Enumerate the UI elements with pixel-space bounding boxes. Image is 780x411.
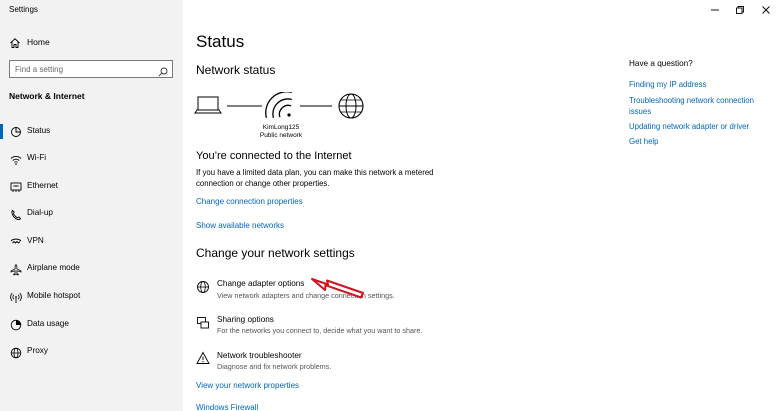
wifi-signal-icon [265, 92, 292, 118]
adapter-globe-icon [196, 280, 210, 294]
sidebar-item-label: Dial-up [27, 208, 53, 218]
option-description: For the networks you connect to, decide … [217, 326, 423, 335]
home-nav-item[interactable]: Home [0, 33, 183, 53]
restore-icon [736, 6, 744, 14]
network-name: KimLong125 [262, 124, 300, 131]
data-usage-icon [10, 318, 22, 331]
show-available-networks-link[interactable]: Show available networks [196, 221, 284, 230]
sidebar-item-ethernet[interactable]: Ethernet [0, 173, 183, 201]
airplane-icon [10, 263, 22, 276]
laptop-icon [194, 96, 222, 114]
dial-up-icon [10, 208, 22, 220]
help-link-ip-address[interactable]: Finding my IP address [629, 80, 769, 91]
section-title: Network & Internet [9, 91, 85, 101]
windows-firewall-link[interactable]: Windows Firewall [196, 403, 258, 411]
sidebar-item-mobile-hotspot[interactable]: Mobile hotspot [0, 284, 183, 312]
sidebar-item-airplane-mode[interactable]: Airplane mode [0, 256, 183, 284]
sidebar-item-label: Status [27, 125, 51, 135]
sidebar-item-label: VPN [27, 235, 44, 245]
search-box[interactable] [9, 60, 173, 78]
close-button[interactable] [754, 3, 778, 17]
option-description: Diagnose and fix network problems. [217, 362, 332, 371]
sidebar-item-label: Data usage [27, 318, 69, 328]
home-label: Home [27, 37, 50, 47]
sidebar-item-vpn[interactable]: VPN [0, 228, 183, 256]
help-link-get-help[interactable]: Get help [629, 137, 769, 148]
sidebar-item-label: Airplane mode [27, 263, 80, 273]
status-icon [10, 125, 22, 137]
option-description: View network adapters and change connect… [217, 291, 395, 300]
close-icon [762, 6, 770, 14]
sidebar-item-label: Ethernet [27, 180, 58, 190]
page-title: Status [196, 32, 245, 51]
network-type: Public network [259, 132, 303, 139]
help-link-troubleshooting[interactable]: Troubleshooting network connection issue… [629, 96, 769, 117]
sidebar-item-label: Mobile hotspot [27, 291, 81, 301]
help-link-update-adapter[interactable]: Updating network adapter or driver [629, 122, 769, 133]
sidebar: Settings Home Network & Internet Status … [0, 0, 183, 411]
change-connection-properties-link[interactable]: Change connection properties [196, 197, 303, 206]
option-title: Change adapter options [217, 279, 305, 288]
wifi-icon [10, 153, 22, 165]
vpn-icon [10, 235, 22, 247]
connection-description: If you have a limited data plan, you can… [196, 168, 434, 188]
option-title: Sharing options [217, 315, 274, 324]
minimize-button[interactable] [703, 3, 727, 17]
warning-icon [196, 351, 210, 365]
sharing-icon [196, 316, 210, 330]
hotspot-icon [10, 291, 22, 303]
help-heading: Have a question? [629, 59, 693, 68]
network-status-heading: Network status [196, 63, 276, 77]
maximize-button[interactable] [728, 3, 752, 17]
sidebar-item-proxy[interactable]: Proxy [0, 339, 183, 367]
ethernet-icon [10, 180, 22, 193]
internet-globe-icon [338, 93, 364, 119]
sidebar-item-dial-up[interactable]: Dial-up [0, 201, 183, 229]
sidebar-item-label: Wi-Fi [27, 153, 47, 163]
minimize-icon [711, 9, 719, 11]
search-icon[interactable] [158, 64, 168, 77]
connection-status: You’re connected to the Internet [196, 150, 352, 162]
sidebar-item-label: Proxy [27, 346, 48, 356]
sidebar-item-data-usage[interactable]: Data usage [0, 311, 183, 339]
change-settings-heading: Change your network settings [196, 246, 355, 260]
app-title: Settings [9, 5, 38, 14]
sidebar-item-wifi[interactable]: Wi-Fi [0, 146, 183, 174]
sidebar-item-status[interactable]: Status [0, 118, 183, 146]
globe-icon [10, 346, 22, 359]
search-input[interactable] [15, 63, 155, 76]
view-network-properties-link[interactable]: View your network properties [196, 381, 299, 390]
option-title: Network troubleshooter [217, 351, 302, 360]
annotation-arrow [311, 278, 364, 299]
home-icon [9, 36, 21, 48]
sidebar-nav: Status Wi-Fi Ethernet Dial-up VPN Airpla… [0, 118, 183, 366]
